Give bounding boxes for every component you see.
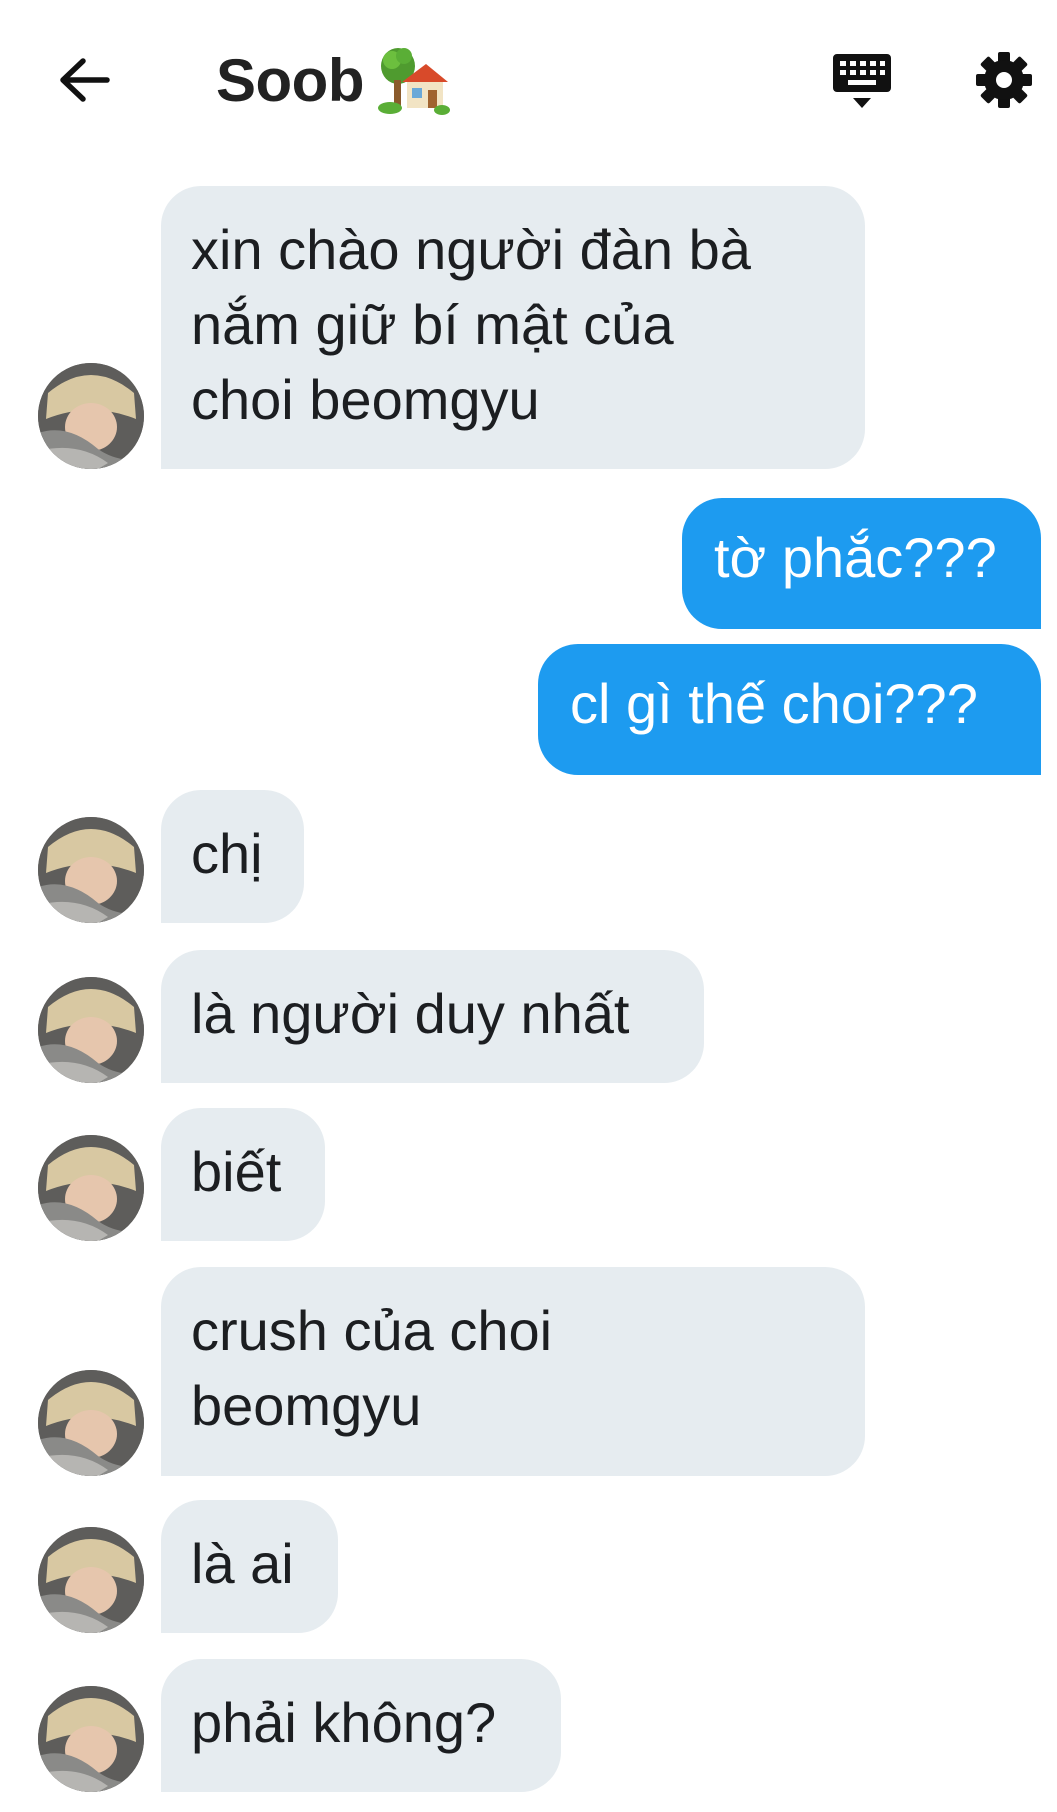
incoming-message[interactable]: biết xyxy=(161,1108,325,1241)
avatar[interactable] xyxy=(38,977,144,1083)
avatar[interactable] xyxy=(38,1686,144,1792)
avatar[interactable] xyxy=(38,1370,144,1476)
outgoing-message[interactable]: cl gì thế choi??? xyxy=(538,644,1041,775)
avatar[interactable] xyxy=(38,1135,144,1241)
incoming-message[interactable]: chị xyxy=(161,790,304,923)
avatar[interactable] xyxy=(38,817,144,923)
incoming-message[interactable]: phải không? xyxy=(161,1659,561,1792)
avatar[interactable] xyxy=(38,1527,144,1633)
avatar-photo xyxy=(38,1527,144,1633)
incoming-message[interactable]: là người duy nhất xyxy=(161,950,704,1083)
avatar-photo xyxy=(38,977,144,1083)
avatar-photo xyxy=(38,1370,144,1476)
incoming-message[interactable]: là ai xyxy=(161,1500,338,1633)
outgoing-message[interactable]: tờ phắc??? xyxy=(682,498,1041,629)
avatar-photo xyxy=(38,363,144,469)
avatar-photo xyxy=(38,1686,144,1792)
avatar[interactable] xyxy=(38,363,144,469)
incoming-message[interactable]: xin chào người đàn bà nắm giữ bí mật của… xyxy=(161,186,865,469)
avatar-photo xyxy=(38,1135,144,1241)
incoming-message[interactable]: crush của choi beomgyu xyxy=(161,1267,865,1476)
message-thread: xin chào người đàn bà nắm giữ bí mật của… xyxy=(0,0,1057,1812)
avatar-photo xyxy=(38,817,144,923)
